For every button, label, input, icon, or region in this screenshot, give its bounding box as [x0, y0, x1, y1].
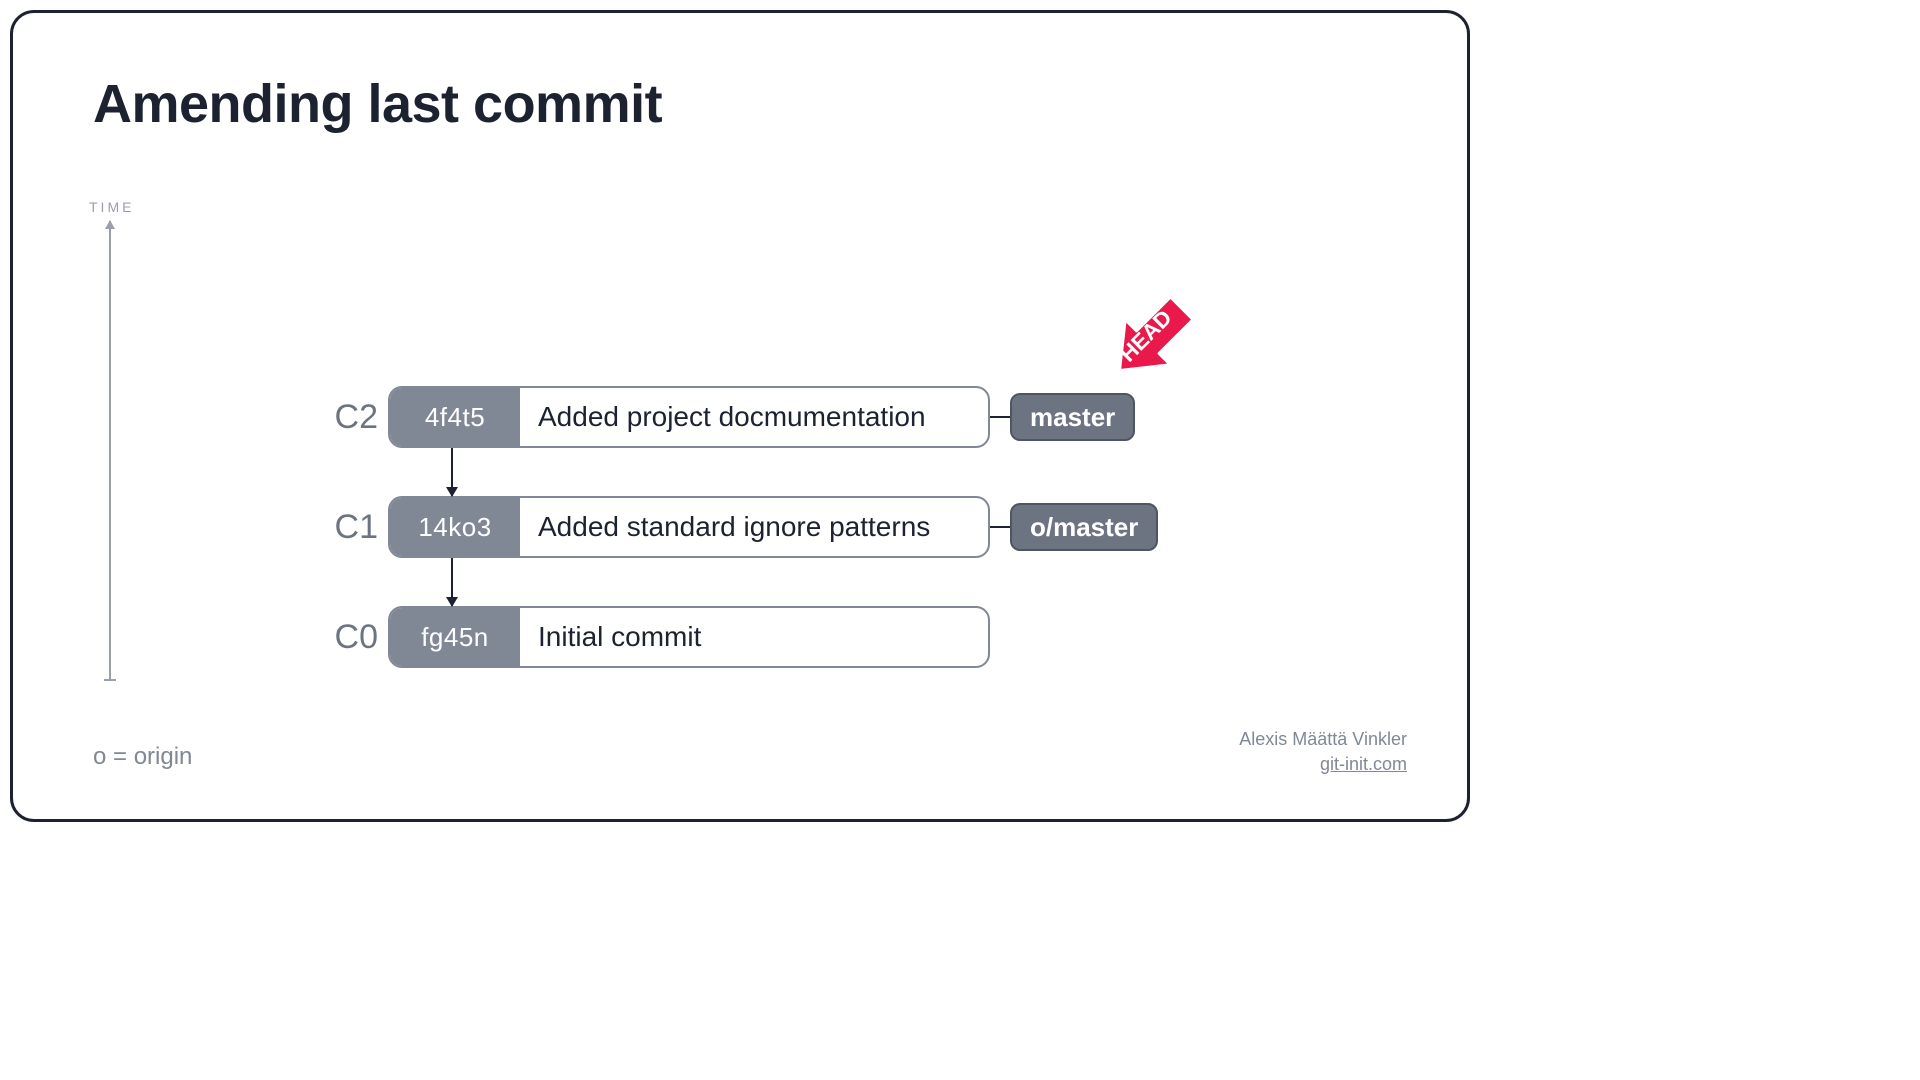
commit-message: Added standard ignore patterns: [520, 511, 930, 543]
commit-message: Initial commit: [520, 621, 701, 653]
commit-hash: 14ko3: [390, 498, 520, 556]
commit-box: 4f4t5 Added project docmumentation: [388, 386, 990, 448]
commit-box: 14ko3 Added standard ignore patterns: [388, 496, 990, 558]
connector: [990, 416, 1010, 418]
slide-frame: Amending last commit TIME C2 4f4t5 Added…: [10, 10, 1470, 822]
commit-hash: fg45n: [390, 608, 520, 666]
attribution: Alexis Määttä Vinkler git-init.com: [1239, 727, 1407, 777]
commit-hash: 4f4t5: [390, 388, 520, 446]
parent-arrow-c1-c0: [451, 558, 453, 606]
commit-label: C2: [308, 398, 378, 437]
commit-box: fg45n Initial commit: [388, 606, 990, 668]
time-axis: [109, 221, 111, 681]
commit-row-c0: C0 fg45n Initial commit: [308, 606, 990, 668]
slide-title: Amending last commit: [93, 73, 662, 135]
branch-tag-master: master: [1010, 393, 1135, 441]
parent-arrow-c2-c1: [451, 448, 453, 496]
author-site: git-init.com: [1239, 752, 1407, 777]
head-label: HEAD: [1115, 305, 1177, 367]
commit-row-c1: C1 14ko3 Added standard ignore patterns …: [308, 496, 1158, 558]
time-axis-label: TIME: [89, 199, 134, 215]
branch-tag-origin-master: o/master: [1010, 503, 1158, 551]
commit-message: Added project docmumentation: [520, 401, 926, 433]
commit-label: C0: [308, 618, 378, 657]
author-name: Alexis Määttä Vinkler: [1239, 727, 1407, 752]
commit-label: C1: [308, 508, 378, 547]
connector: [990, 526, 1010, 528]
legend-origin: o = origin: [93, 743, 192, 771]
commit-row-c2: C2 4f4t5 Added project docmumentation ma…: [308, 386, 1135, 448]
